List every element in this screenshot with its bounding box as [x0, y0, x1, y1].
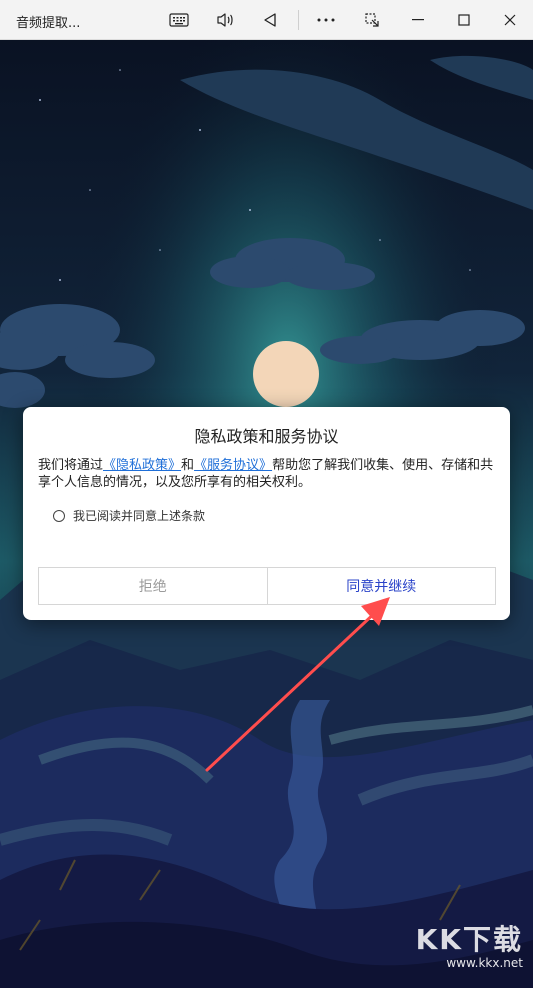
- body-prefix: 我们将通过: [38, 458, 104, 473]
- more-icon[interactable]: [308, 6, 344, 34]
- privacy-dialog: 隐私政策和服务协议 我们将通过《隐私政策》和《服务协议》帮助您了解我们收集、使用…: [23, 407, 510, 620]
- consent-checkbox-row[interactable]: 我已阅读并同意上述条款: [53, 507, 205, 524]
- watermark: KK下载 www.kkx.net: [416, 918, 523, 970]
- consent-radio[interactable]: [53, 509, 65, 522]
- dialog-title: 隐私政策和服务协议: [194, 427, 339, 446]
- watermark-logo: KK下载: [415, 923, 523, 956]
- close-icon[interactable]: [492, 6, 528, 34]
- dialog-button-row: 拒绝 同意并继续: [38, 567, 496, 605]
- volume-icon[interactable]: [207, 6, 243, 34]
- app-title: 音频提取...: [16, 16, 81, 31]
- window-titlebar: 音频提取...: [0, 0, 533, 40]
- back-icon[interactable]: [252, 6, 288, 34]
- keyboard-icon[interactable]: [161, 6, 197, 34]
- consent-label: 我已阅读并同意上述条款: [73, 509, 206, 523]
- minimize-icon[interactable]: [400, 6, 436, 34]
- reject-button[interactable]: 拒绝: [39, 568, 268, 604]
- moon: [253, 341, 319, 407]
- toolbar-divider: [298, 10, 299, 30]
- body-and: 和: [181, 458, 195, 473]
- service-agreement-link[interactable]: 《服务协议》: [194, 458, 272, 473]
- accept-continue-button[interactable]: 同意并继续: [268, 568, 496, 604]
- maximize-icon[interactable]: [446, 6, 482, 34]
- privacy-policy-link[interactable]: 《隐私政策》: [103, 458, 181, 473]
- watermark-url: www.kkx.net: [446, 956, 523, 970]
- dialog-body: 我们将通过《隐私政策》和《服务协议》帮助您了解我们收集、使用、存储和共享个人信息…: [38, 457, 498, 491]
- pop-out-icon[interactable]: [354, 6, 390, 34]
